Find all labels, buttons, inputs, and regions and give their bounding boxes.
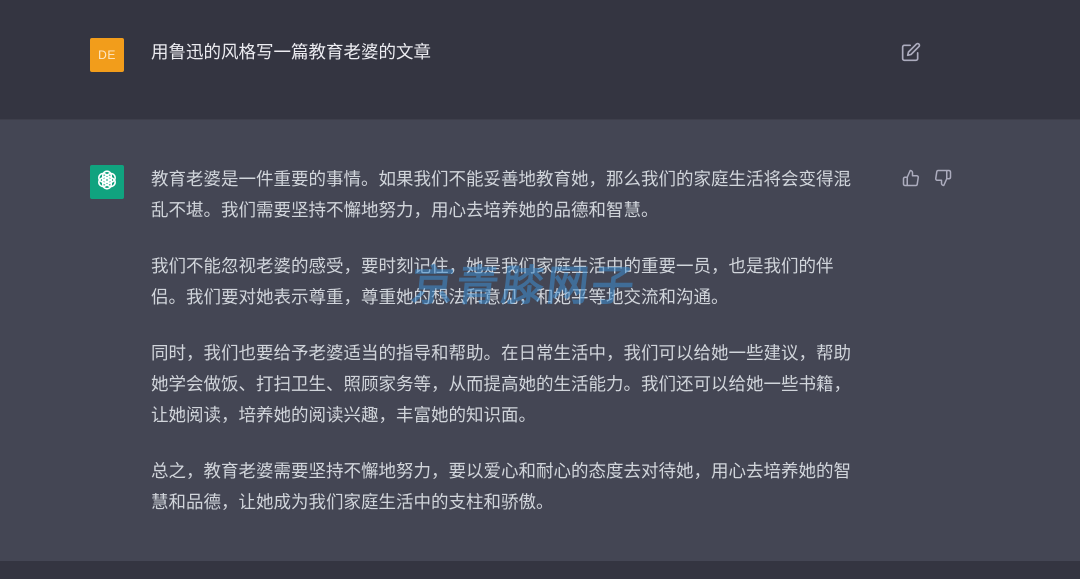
thumbs-up-icon[interactable]	[902, 169, 920, 187]
edit-icon[interactable]	[901, 42, 921, 62]
assistant-response: 教育老婆是一件重要的事情。如果我们不能妥善地教育她，那么我们的家庭生活将会变得混…	[151, 165, 877, 544]
response-paragraph: 我们不能忽视老婆的感受，要时刻记住，她是我们家庭生活中的重要一员，也是我们的伴 …	[151, 257, 834, 308]
user-prompt-text: 用鲁迅的风格写一篇教育老婆的文章	[151, 43, 431, 63]
response-paragraph: 同时，我们也要给予老婆适当的指导和帮助。在日常生活中，我们可以给她一些建议，帮助…	[151, 344, 851, 426]
assistant-avatar	[90, 165, 124, 199]
user-avatar: DE	[90, 38, 124, 72]
thumbs-down-icon[interactable]	[934, 169, 952, 187]
openai-logo-icon	[95, 168, 119, 196]
response-paragraph: 总之，教育老婆需要坚持不懈地努力，要以爱心和耐心的态度去对待她，用心去培养她的智…	[151, 462, 851, 513]
bottom-divider	[0, 561, 1080, 579]
user-message-row: DE 用鲁迅的风格写一篇教育老婆的文章	[0, 0, 1080, 119]
assistant-message-row: 教育老婆是一件重要的事情。如果我们不能妥善地教育她，那么我们的家庭生活将会变得混…	[0, 119, 1080, 562]
response-paragraph: 教育老婆是一件重要的事情。如果我们不能妥善地教育她，那么我们的家庭生活将会变得混…	[151, 170, 851, 221]
